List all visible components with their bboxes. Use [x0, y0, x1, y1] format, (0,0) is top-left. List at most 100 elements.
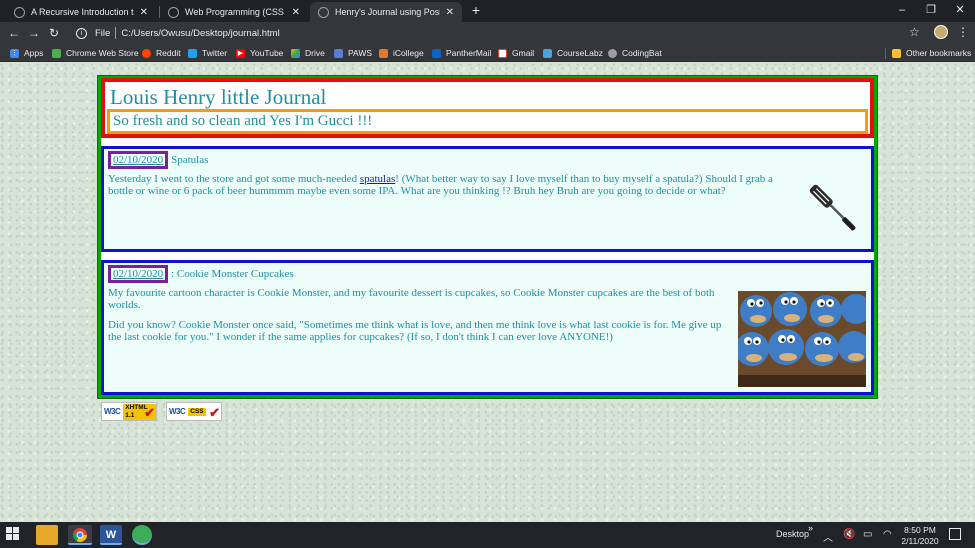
forward-arrow-icon[interactable]: → — [26, 25, 42, 41]
bookmark-drive[interactable]: Drive — [291, 46, 325, 60]
address-divider — [115, 27, 117, 39]
tagline: So fresh and so clean and Yes I'm Gucci … — [113, 113, 373, 129]
clock[interactable]: 8:50 PM 2/11/2020 — [897, 525, 943, 547]
apps-grid-icon: ⋮ — [10, 48, 19, 58]
close-icon[interactable]: ✕ — [140, 7, 148, 18]
chevron-up-icon[interactable]: ︿ — [823, 529, 833, 544]
windows-taskbar: W Desktop » ︿ 🔇 ▭ ◠ 8:50 PM 2/11/2020 — [0, 522, 975, 548]
twitter-icon — [188, 48, 197, 58]
chevron-right-icon[interactable]: » — [808, 523, 813, 533]
address-path: C:/Users/Owusu/Desktop/journal.html — [121, 27, 280, 39]
bookmark-label: iCollege — [393, 48, 424, 58]
entry-heading: 02/10/2020 Spatulas — [108, 151, 208, 169]
entry-text: Yesterday I went to the store and got so… — [108, 173, 360, 185]
page-viewport: Louis Henry little Journal So fresh and … — [0, 62, 975, 522]
w3c-css-badge[interactable]: W3C CSS ✔ — [166, 402, 222, 421]
badge-spec-text: CSS — [188, 407, 206, 416]
clock-date: 2/11/2020 — [901, 536, 939, 546]
bookmark-youtube[interactable]: ▶ YouTube — [236, 46, 283, 60]
bookmark-reddit[interactable]: Reddit — [142, 46, 181, 60]
tab-henrys-journal[interactable]: Henry's Journal using Positioning ✕ — [310, 2, 462, 22]
tab-recursive-intro[interactable]: A Recursive Introduction to the T ✕ — [6, 2, 156, 22]
profile-avatar[interactable] — [934, 25, 948, 39]
menu-kebab-icon[interactable]: ⋮ — [957, 25, 969, 39]
bookmarks-bar: ⋮ Apps Chrome Web Store Reddit Twitter ▶… — [0, 44, 975, 62]
badge-w3c-text: W3C — [169, 407, 186, 416]
desktop-toolbar-label[interactable]: Desktop — [776, 529, 809, 539]
address-scheme: File — [95, 27, 111, 39]
bookmark-label: CourseLabz — [557, 48, 603, 58]
codingbat-icon — [608, 48, 617, 58]
cookie-monster-cupcakes-image — [738, 291, 866, 387]
w3c-xhtml-badge[interactable]: W3C XHTML 1.1 ✔ — [101, 402, 157, 421]
entry-date: 02/10/2020 — [108, 265, 169, 283]
chrome-icon[interactable] — [68, 525, 92, 545]
bookmark-twitter[interactable]: Twitter — [188, 46, 227, 60]
close-icon[interactable]: ✕ — [446, 7, 454, 18]
close-icon[interactable]: ✕ — [292, 7, 300, 18]
reload-icon[interactable]: ↻ — [46, 25, 62, 41]
journal-entry-spatulas: 02/10/2020 Spatulas Yesterday I went to … — [101, 146, 874, 252]
word-icon[interactable]: W — [100, 525, 122, 545]
bookmark-label: PAWS — [348, 48, 373, 58]
bookmark-chrome-web-store[interactable]: Chrome Web Store — [52, 46, 139, 60]
windows-start-icon[interactable] — [6, 527, 20, 541]
spatula-handle — [842, 217, 856, 231]
tab-title: A Recursive Introduction to the T — [31, 7, 134, 17]
tagline-box: So fresh and so clean and Yes I'm Gucci … — [107, 109, 868, 134]
bookmark-label: Gmail — [512, 48, 535, 58]
bookmark-label: Drive — [305, 48, 325, 58]
validation-badges: W3C XHTML 1.1 ✔ W3C CSS ✔ — [101, 402, 222, 421]
bookmark-label: Reddit — [156, 48, 181, 58]
app-icon[interactable] — [132, 525, 152, 545]
bookmark-label: Chrome Web Store — [66, 48, 139, 58]
journal-header: Louis Henry little Journal So fresh and … — [101, 78, 874, 138]
tab-strip: A Recursive Introduction to the T ✕ Web … — [0, 0, 975, 22]
icollege-icon — [379, 48, 388, 58]
window-close-icon[interactable]: ✕ — [948, 2, 972, 18]
speaker-muted-icon[interactable]: 🔇 — [843, 529, 855, 540]
checkmark-icon: ✔ — [144, 405, 155, 420]
back-arrow-icon[interactable]: ← — [6, 25, 22, 41]
info-icon[interactable]: i — [76, 27, 87, 39]
tab-title: Henry's Journal using Positioning — [335, 7, 440, 17]
youtube-icon: ▶ — [236, 48, 245, 58]
bookmark-star-icon[interactable]: ☆ — [909, 25, 920, 39]
wifi-icon[interactable]: ◠ — [883, 529, 892, 540]
spatula-head — [809, 184, 833, 208]
paws-icon — [334, 48, 343, 58]
bookmark-codingbat[interactable]: CodingBat — [608, 46, 662, 60]
bookmark-apps[interactable]: ⋮ Apps — [10, 46, 43, 60]
entry-paragraph-1: My favourite cartoon character is Cookie… — [108, 287, 715, 311]
file-explorer-icon[interactable] — [36, 525, 58, 545]
notifications-icon[interactable] — [949, 528, 961, 540]
reddit-icon — [142, 48, 151, 58]
journal-entry-cookie-monster: 02/10/2020 : Cookie Monster Cupcakes My … — [101, 260, 874, 395]
bookmark-label: Apps — [24, 48, 44, 58]
courselabz-icon — [543, 48, 552, 58]
tab-favicon-icon — [168, 6, 179, 18]
entry-paragraph-2: Did you know? Cookie Monster once said, … — [108, 319, 722, 343]
panthermail-icon — [432, 48, 441, 58]
battery-icon[interactable]: ▭ — [863, 529, 872, 540]
minimize-icon[interactable]: – — [890, 2, 914, 18]
restore-icon[interactable]: ❐ — [919, 2, 943, 18]
address-bar[interactable]: i File C:/Users/Owusu/Desktop/journal.ht… — [66, 24, 932, 42]
entry-heading: 02/10/2020 : Cookie Monster Cupcakes — [108, 265, 294, 283]
checkmark-icon: ✔ — [209, 405, 220, 420]
spatulas-link[interactable]: spatulas — [360, 173, 395, 185]
tab-favicon-icon — [318, 6, 329, 18]
new-tab-button[interactable]: + — [469, 3, 483, 17]
bookmark-courselabz[interactable]: CourseLabz — [543, 46, 603, 60]
entry-title: : Cookie Monster Cupcakes — [171, 268, 294, 280]
tab-web-programming[interactable]: Web Programming (CSS Design : ✕ — [160, 2, 308, 22]
bookmark-panthermail[interactable]: PantherMail — [432, 46, 491, 60]
spatula-image — [809, 184, 856, 231]
bookmark-gmail[interactable]: Gmail — [498, 46, 534, 60]
bookmark-icollege[interactable]: iCollege — [379, 46, 424, 60]
bookmark-paws[interactable]: PAWS — [334, 46, 372, 60]
bookmark-other[interactable]: Other bookmarks — [892, 46, 971, 60]
gmail-icon — [498, 48, 507, 58]
drive-icon — [291, 48, 300, 58]
clock-time: 8:50 PM — [904, 525, 936, 535]
